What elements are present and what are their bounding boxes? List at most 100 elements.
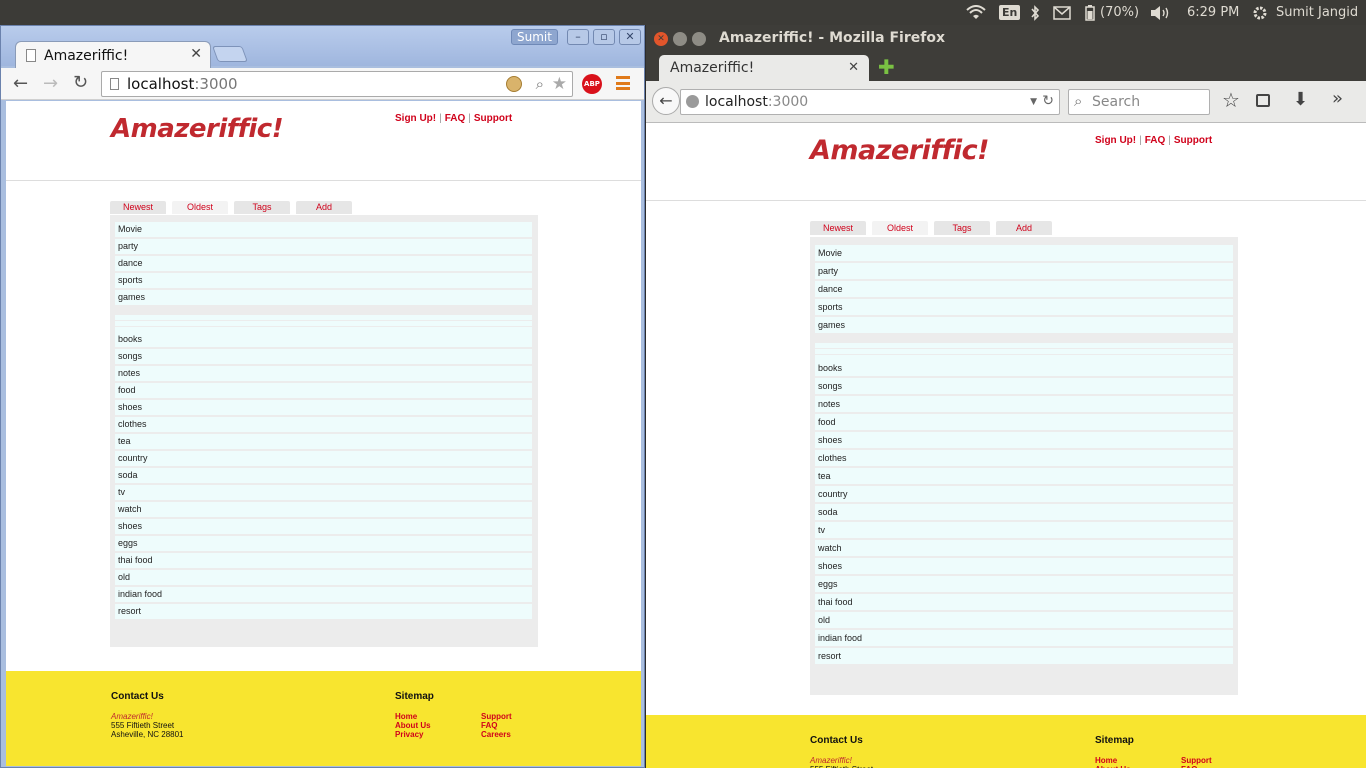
wifi-icon[interactable] [966, 0, 986, 25]
battery-icon[interactable] [1085, 0, 1095, 25]
sitemap-link-home[interactable]: Home [395, 712, 431, 721]
tab-newest[interactable]: Newest [810, 221, 866, 235]
reading-list-icon[interactable] [1256, 94, 1270, 107]
top-link-signup[interactable]: Sign Up! [395, 113, 436, 124]
page-icon [110, 78, 119, 90]
logo-heading: Amazeriffic! [111, 114, 284, 144]
profile-button[interactable]: Sumit [511, 29, 558, 45]
list-item: shoes [115, 519, 532, 534]
maximize-button[interactable] [692, 32, 706, 46]
search-box[interactable]: ⌕ Search [1068, 89, 1210, 115]
tab-tags[interactable]: Tags [934, 221, 990, 235]
back-icon[interactable]: ← [13, 73, 28, 94]
back-button[interactable]: ← [652, 87, 680, 115]
sitemap-link-aboutus[interactable]: About Us [395, 721, 431, 730]
chrome-titlebar[interactable]: Amazeriffic! ✕ Sumit – ▫ ✕ [1, 26, 644, 69]
download-icon[interactable]: ⬇ [1293, 89, 1308, 110]
search-icon[interactable]: ⌕ [536, 72, 544, 96]
new-tab-button[interactable] [212, 46, 248, 62]
user-name[interactable]: Sumit Jangid [1276, 0, 1358, 25]
tab-oldest[interactable]: Oldest [872, 221, 928, 235]
tab-oldest[interactable]: Oldest [172, 201, 228, 214]
menu-icon[interactable] [616, 76, 630, 90]
list-item: books [815, 360, 1233, 376]
close-window-button[interactable]: ✕ [654, 32, 668, 46]
bookmark-star-icon[interactable]: ☆ [1222, 88, 1240, 112]
new-tab-plus-icon[interactable]: ✚ [878, 55, 895, 79]
list-item: Movie [115, 222, 532, 237]
battery-percentage[interactable]: (70%) [1100, 0, 1139, 25]
firefox-tab[interactable]: Amazeriffic! ✕ [659, 55, 869, 83]
list-item: songs [815, 378, 1233, 394]
top-links: Sign Up! | FAQ | Support [395, 113, 512, 124]
tab-add[interactable]: Add [296, 201, 352, 214]
list-item: shoes [815, 432, 1233, 448]
tab-tags[interactable]: Tags [234, 201, 290, 214]
top-link-support[interactable]: Support [474, 113, 512, 124]
list-item: old [115, 570, 532, 585]
list-item: country [115, 451, 532, 466]
url-port: :3000 [194, 75, 238, 93]
list-item: indian food [115, 587, 532, 602]
minimize-button[interactable]: – [567, 29, 589, 45]
firefox-titlebar[interactable]: ✕ Amazeriffic! - Mozilla Firefox [646, 25, 1366, 53]
keyboard-layout-indicator[interactable]: En [999, 0, 1021, 25]
list-item: watch [115, 502, 532, 517]
tab-newest[interactable]: Newest [110, 201, 166, 214]
url-bar[interactable]: localhost:3000 ▼ ↻ [680, 89, 1060, 115]
list-item: eggs [115, 536, 532, 551]
page-icon [26, 49, 36, 62]
footer: Contact Us Amazeriffic!555 Fiftieth Stree… [6, 671, 641, 766]
contact-address: Amazeriffic!555 Fiftieth StreetAsheville… [111, 712, 183, 739]
tab-add[interactable]: Add [996, 221, 1052, 235]
list-item: Movie [815, 245, 1233, 261]
chrome-window: Amazeriffic! ✕ Sumit – ▫ ✕ ← → ↻ localho… [0, 25, 645, 768]
overflow-chevron-icon[interactable]: » [1332, 88, 1343, 109]
volume-icon[interactable] [1150, 0, 1172, 25]
close-tab-icon[interactable]: ✕ [848, 55, 859, 81]
contact-heading: Contact Us [111, 691, 164, 702]
mail-icon[interactable] [1053, 0, 1071, 25]
tab-bar: Newest Oldest Tags Add [810, 221, 1058, 235]
firefox-window: ✕ Amazeriffic! - Mozilla Firefox Amazeri… [646, 25, 1366, 768]
bookmark-star-icon[interactable]: ★ [552, 72, 567, 96]
top-link-support[interactable]: Support [1174, 135, 1212, 146]
close-window-button[interactable]: ✕ [619, 29, 641, 45]
omnibox[interactable]: localhost:3000 ⌕ ★ [101, 71, 573, 97]
top-link-faq[interactable]: FAQ [1145, 135, 1166, 146]
list-item: notes [115, 366, 532, 381]
list-item: tea [115, 434, 532, 449]
sitemap-link-home[interactable]: Home [1095, 756, 1131, 765]
sitemap-column: HomeAbout UsPrivacy [395, 712, 431, 739]
sitemap-link-careers[interactable]: Careers [481, 730, 512, 739]
list-item: tv [115, 485, 532, 500]
close-tab-icon[interactable]: ✕ [190, 46, 202, 62]
link-separator: | [1168, 135, 1171, 146]
list-item: eggs [815, 576, 1233, 592]
forward-icon[interactable]: → [43, 73, 58, 94]
gear-icon[interactable] [1252, 0, 1268, 25]
list-item: dance [815, 281, 1233, 297]
tab-bar: Newest Oldest Tags Add [110, 201, 358, 214]
firefox-viewport: Amazeriffic! Sign Up! | FAQ | Support Newest Ol… [646, 123, 1366, 768]
sitemap-link-faq[interactable]: FAQ [481, 721, 512, 730]
sitemap-heading: Sitemap [1095, 735, 1134, 746]
top-link-signup[interactable]: Sign Up! [1095, 135, 1136, 146]
cookie-blocked-icon[interactable] [506, 76, 522, 92]
clock[interactable]: 6:29 PM [1187, 0, 1239, 25]
reload-icon[interactable]: ↻ [1042, 89, 1054, 113]
sitemap-link-support[interactable]: Support [1181, 756, 1212, 765]
reload-icon[interactable]: ↻ [73, 72, 88, 93]
top-link-faq[interactable]: FAQ [445, 113, 466, 124]
dropdown-arrow-icon[interactable]: ▼ [1030, 90, 1037, 114]
footer: Contact Us Amazeriffic!555 Fiftieth Stree… [646, 715, 1366, 768]
minimize-button[interactable] [673, 32, 687, 46]
list-item: songs [115, 349, 532, 364]
list-item: party [115, 239, 532, 254]
chrome-tab[interactable]: Amazeriffic! ✕ [15, 41, 211, 69]
bluetooth-icon[interactable] [1030, 0, 1040, 25]
maximize-button[interactable]: ▫ [593, 29, 615, 45]
sitemap-link-privacy[interactable]: Privacy [395, 730, 431, 739]
adblock-icon[interactable]: ABP [582, 74, 602, 94]
sitemap-link-support[interactable]: Support [481, 712, 512, 721]
